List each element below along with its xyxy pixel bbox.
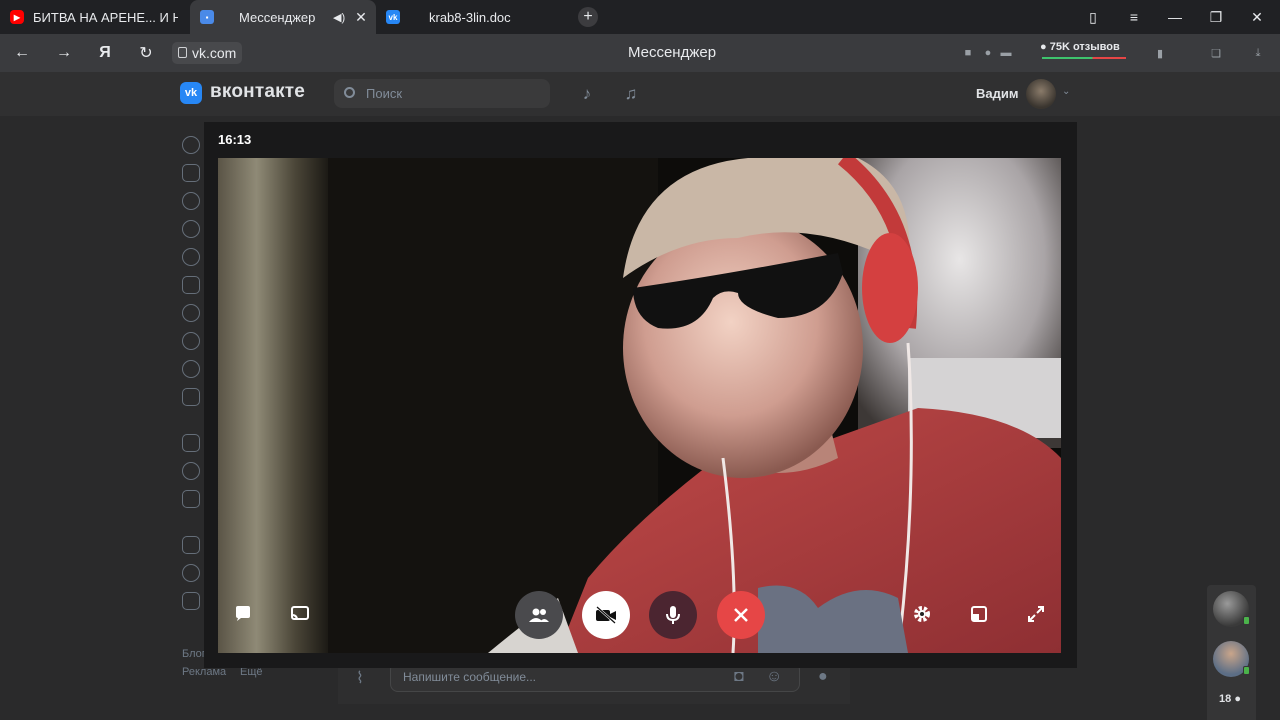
layout-toggle-icon[interactable] [961, 596, 997, 632]
camera-icon[interactable]: ◘ [734, 668, 744, 686]
settings-gear-icon[interactable] [904, 596, 940, 632]
paperclip-icon[interactable]: ⌇ [356, 668, 364, 688]
video-frame [218, 158, 1061, 653]
camera-on-icon [1243, 666, 1250, 675]
chat-bubble-icon: ● [1040, 41, 1047, 53]
participants-count[interactable]: 18 ● [1219, 693, 1241, 705]
screen-icon[interactable]: ▬ [998, 45, 1014, 61]
notifications-bell-icon[interactable]: ♪ [575, 82, 599, 106]
menu-icon[interactable]: ≡ [1114, 0, 1154, 34]
tab-label: Мессенджер [239, 9, 316, 25]
restore-icon[interactable]: ❐ [1196, 0, 1236, 34]
search-input[interactable]: Поиск [334, 79, 550, 108]
messages-icon[interactable] [182, 192, 200, 210]
close-window-icon[interactable]: ✕ [1237, 0, 1277, 34]
footer-blog-link[interactable]: Блог [182, 648, 206, 660]
collections-icon[interactable]: ▯ [1073, 0, 1113, 34]
vk-pay-icon[interactable] [182, 462, 200, 480]
video-feed [218, 158, 1061, 653]
games-icon[interactable] [182, 388, 200, 406]
participant-avatar[interactable] [1213, 641, 1250, 677]
chat-icon[interactable] [225, 596, 261, 632]
message-placeholder: Напишите сообщение... [403, 670, 537, 684]
youtube-icon: ▶ [10, 10, 24, 24]
yandex-icon[interactable]: Я [85, 34, 125, 72]
reviews-badge[interactable]: ● 75K отзывов [1040, 41, 1126, 63]
work-icon[interactable] [182, 490, 200, 508]
lock-icon [178, 47, 187, 58]
profile-icon[interactable] [182, 136, 200, 154]
camera-toggle-button[interactable] [582, 591, 630, 639]
close-icon[interactable]: ✕ [355, 9, 367, 26]
reload-icon[interactable]: ↻ [126, 34, 166, 72]
download-icon[interactable]: ⤓ [1250, 45, 1266, 61]
camera-on-icon [1243, 616, 1250, 625]
call-timer: 16:13 [218, 132, 252, 147]
video-call-window: 16:13 [204, 122, 1077, 668]
search-placeholder: Поиск [366, 86, 403, 101]
music-note-icon[interactable]: ♫ [619, 82, 643, 106]
camera-icon[interactable]: ■ [960, 45, 976, 61]
vk-messenger-icon: ▪ [200, 10, 214, 24]
browser-tabstrip: ▶ БИТВА НА АРЕНЕ... И НЕ Т ▪ Мессенджер … [0, 0, 1280, 34]
participants-button[interactable] [515, 591, 563, 639]
tab-document[interactable]: vk krab8-3lin.doc [386, 0, 566, 34]
people-icon [529, 608, 549, 622]
vk-logo-icon[interactable]: vk [180, 82, 202, 104]
files-icon[interactable] [182, 592, 200, 610]
tab-label: krab8-3lin.doc [429, 9, 511, 25]
microphone-icon [666, 606, 680, 624]
friends-icon[interactable] [182, 220, 200, 238]
bookmark-icon[interactable]: ▮ [1152, 45, 1168, 61]
photos-icon[interactable] [182, 276, 200, 294]
communities-icon[interactable] [182, 248, 200, 266]
microphone-icon[interactable]: ● [980, 45, 996, 61]
fullscreen-icon[interactable] [1018, 596, 1054, 632]
person-icon: ● [1234, 693, 1241, 705]
services-icon[interactable] [182, 434, 200, 452]
back-icon[interactable]: ← [2, 34, 42, 72]
extensions-icon[interactable]: ❏ [1208, 45, 1224, 61]
video-icon[interactable] [182, 332, 200, 350]
clips-icon[interactable] [182, 360, 200, 378]
search-icon [344, 87, 355, 98]
microphone-button[interactable] [649, 591, 697, 639]
url-field[interactable]: vk.com [172, 42, 243, 64]
user-name[interactable]: Вадим [976, 86, 1018, 101]
tab-label: БИТВА НА АРЕНЕ... И НЕ Т [33, 9, 178, 25]
rating-bar [1042, 57, 1126, 59]
reviews-label: 75K отзывов [1049, 41, 1120, 53]
camera-off-icon [596, 606, 616, 624]
url-text: vk.com [192, 45, 237, 61]
call-participants-panel: 18 ● [1207, 585, 1256, 720]
page-title: Мессенджер [627, 44, 717, 61]
tab-youtube[interactable]: ▶ БИТВА НА АРЕНЕ... И НЕ Т [10, 0, 188, 34]
address-bar: ← → Я ↻ vk.com Мессенджер ■ ● ▬ ● 75K от… [0, 34, 1280, 72]
emoji-icon[interactable]: ☺ [766, 668, 782, 686]
tab-messenger[interactable]: ▪ Мессенджер ◀) ✕ [190, 0, 376, 34]
screen-share-icon[interactable] [282, 596, 318, 632]
vk-logo-text[interactable]: вконтакте [210, 81, 305, 103]
vk-icon: vk [386, 10, 400, 24]
close-icon [734, 608, 748, 622]
minimize-icon[interactable]: — [1155, 0, 1195, 34]
avatar[interactable] [1026, 79, 1056, 109]
bookmarks-star-icon[interactable] [182, 564, 200, 582]
new-tab-button[interactable]: + [578, 7, 598, 27]
chevron-down-icon[interactable]: ⌄ [1062, 86, 1070, 97]
voice-message-icon[interactable]: ● [818, 668, 828, 686]
participant-avatar[interactable] [1213, 591, 1250, 627]
shopping-bag-icon[interactable] [182, 536, 200, 554]
music-icon[interactable] [182, 304, 200, 322]
end-call-button[interactable] [717, 591, 765, 639]
news-icon[interactable] [182, 164, 200, 182]
speaker-icon[interactable]: ◀) [333, 11, 345, 24]
forward-icon[interactable]: → [44, 34, 84, 72]
vk-header: vk вконтакте Поиск ♪ ♫ Вадим ⌄ [0, 72, 1280, 116]
